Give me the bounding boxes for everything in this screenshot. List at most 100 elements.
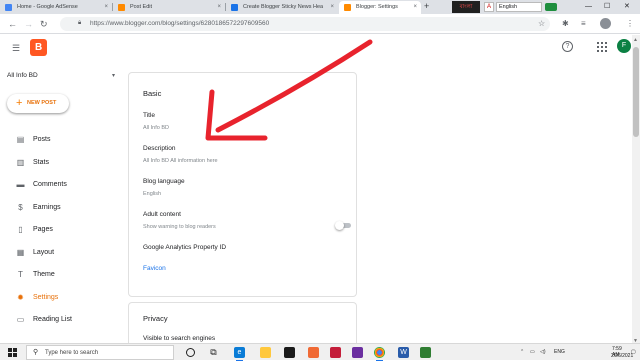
sidebar-item-reading-list[interactable]: ▭ Reading List [0, 310, 130, 330]
volume-icon[interactable]: ◁) [540, 349, 546, 355]
theme-icon: T [18, 270, 23, 279]
reading-list-icon: ▭ [16, 315, 25, 324]
tab-docs[interactable]: Create Blogger Sticky News Hea × [226, 1, 338, 14]
adult-content-setting: Adult content [143, 211, 181, 218]
language-select[interactable]: English [496, 2, 542, 12]
word-icon[interactable]: W [398, 347, 409, 358]
window-close-button[interactable]: ✕ [624, 0, 630, 13]
sidebar-item-label: Layout [33, 248, 55, 256]
posts-icon: ▤ [16, 135, 25, 144]
profile-icon[interactable] [600, 18, 611, 29]
new-post-button[interactable]: + NEW POST [7, 94, 69, 113]
sidebar-item-settings[interactable]: ✹ Settings [0, 288, 130, 308]
language-indicator[interactable]: ENG [554, 349, 565, 355]
windows-start-icon[interactable] [8, 348, 17, 357]
search-icon: ⚲ [33, 349, 39, 356]
address-bar[interactable]: 🔒︎ https://www.blogger.com/blog/settings… [60, 17, 550, 31]
tab-blogger-settings[interactable]: Blogger: Settings × [339, 1, 421, 14]
chat-app-icon[interactable] [420, 347, 431, 358]
sidebar-item-label: Reading List [33, 316, 72, 323]
keyboard-icon[interactable]: A [484, 2, 494, 12]
new-tab-button[interactable]: + [424, 0, 429, 13]
sidebar-item-pages[interactable]: ▯ Pages [0, 220, 130, 240]
section-heading-basic: Basic [143, 89, 162, 98]
network-icon[interactable]: ▭ [530, 349, 535, 355]
sidebar-item-label: Pages [33, 226, 53, 233]
lock-icon[interactable]: 🔒︎ [78, 20, 81, 27]
comments-icon: ▬ [16, 180, 25, 189]
sidebar-item-label: Stats [33, 158, 49, 166]
tab-label: Create Blogger Sticky News Hea [243, 4, 324, 10]
menu-icon[interactable]: ☰ [12, 43, 20, 53]
sidebar-item-stats[interactable]: ▥ Stats [0, 153, 130, 173]
minimize-button[interactable]: — [585, 0, 592, 13]
sidebar-item-layout[interactable]: ▦ Layout [0, 243, 130, 263]
notifications-icon[interactable]: ▢ [631, 349, 636, 355]
section-heading-privacy: Privacy [143, 314, 168, 323]
sidebar-item-comments[interactable]: ▬ Comments [0, 175, 130, 195]
bookmark-star-icon[interactable]: ☆ [538, 18, 545, 30]
extensions-icon[interactable]: ✱ [562, 18, 569, 30]
sidebar-item-label: Posts [33, 136, 51, 143]
url-text: https://www.blogger.com/blog/settings/62… [90, 20, 270, 27]
app-icon[interactable] [308, 347, 319, 358]
settings-icon: ✹ [17, 292, 24, 302]
clock-date[interactable]: 2/26/2021 [611, 353, 633, 359]
sidebar-item-label: Theme [33, 271, 55, 278]
plus-icon: + [16, 97, 23, 109]
cortana-icon[interactable] [186, 348, 195, 357]
blogger-icon [344, 4, 351, 11]
sidebar-item-earnings[interactable]: $ Earnings [0, 198, 130, 218]
app-purple-icon[interactable] [352, 347, 363, 358]
close-tab-icon[interactable]: × [413, 1, 417, 14]
blog-selector[interactable]: All Info BD [7, 72, 38, 79]
layout-icon: ▦ [16, 247, 25, 257]
tab-adsense[interactable]: Home - Google AdSense × [0, 1, 112, 14]
browser-menu-icon[interactable]: ⋮ [626, 18, 634, 30]
visible-to-search-setting[interactable]: Visible to search engines [143, 335, 215, 342]
task-view-icon[interactable]: ⧉ [208, 347, 219, 358]
close-tab-icon[interactable]: × [330, 1, 334, 14]
new-post-label: NEW POST [27, 100, 57, 106]
blog-language-setting[interactable]: Blog language [143, 178, 185, 185]
file-explorer-icon[interactable] [260, 347, 271, 358]
close-tab-icon[interactable]: × [217, 1, 221, 14]
store-icon[interactable] [284, 347, 295, 358]
page-scrollbar[interactable]: ▲ ▼ [632, 35, 640, 346]
analytics-setting[interactable]: Google Analytics Property ID [143, 244, 226, 251]
toggle-extension-icon[interactable] [545, 3, 557, 11]
scroll-up-icon[interactable]: ▲ [633, 37, 638, 43]
tab-label: Post Edit [130, 4, 153, 10]
sidebar-item-posts[interactable]: ▤ Posts [0, 130, 130, 150]
search-placeholder: Type here to search [45, 350, 99, 356]
windows-taskbar: ⚲ Type here to search ⧉ e W ⌃ ▭ ◁) ENG 7… [0, 343, 640, 361]
tab-post-edit[interactable]: Post Edit × [113, 1, 225, 14]
adsense-icon [5, 4, 12, 11]
chrome-icon[interactable] [374, 347, 385, 361]
edge-icon[interactable]: e [234, 347, 245, 361]
back-arrow-icon[interactable]: ← [8, 18, 17, 30]
tray-up-icon[interactable]: ⌃ [520, 349, 524, 355]
adult-content-toggle[interactable] [335, 221, 353, 230]
reload-icon[interactable]: ↻ [40, 18, 48, 30]
description-setting[interactable]: Description [143, 145, 176, 152]
dropdown-caret-icon[interactable]: ▾ [112, 72, 115, 79]
sidebar-item-label: Comments [33, 181, 67, 188]
blog-language-value: English [143, 191, 162, 197]
apps-grid-icon[interactable] [597, 42, 607, 52]
reading-mode-icon[interactable]: ≡ [581, 18, 586, 30]
maximize-button[interactable]: ☐ [604, 0, 610, 13]
close-tab-icon[interactable]: × [104, 1, 108, 14]
account-avatar[interactable]: F [617, 39, 631, 53]
scroll-thumb[interactable] [633, 47, 639, 137]
favicon-link[interactable]: Favicon [143, 265, 166, 272]
blogger-logo[interactable]: B [30, 39, 47, 56]
title-setting[interactable]: Title [143, 112, 155, 119]
sidebar-item-theme[interactable]: T Theme [0, 265, 130, 285]
help-icon[interactable]: ? [562, 41, 573, 52]
sidebar-item-label: Earnings [33, 203, 61, 211]
bangla-extension-badge[interactable]: বাংলা [452, 1, 480, 13]
taskbar-search[interactable]: ⚲ Type here to search [26, 345, 174, 360]
forward-arrow-icon[interactable]: → [24, 18, 33, 30]
vlc-icon[interactable] [330, 347, 341, 358]
